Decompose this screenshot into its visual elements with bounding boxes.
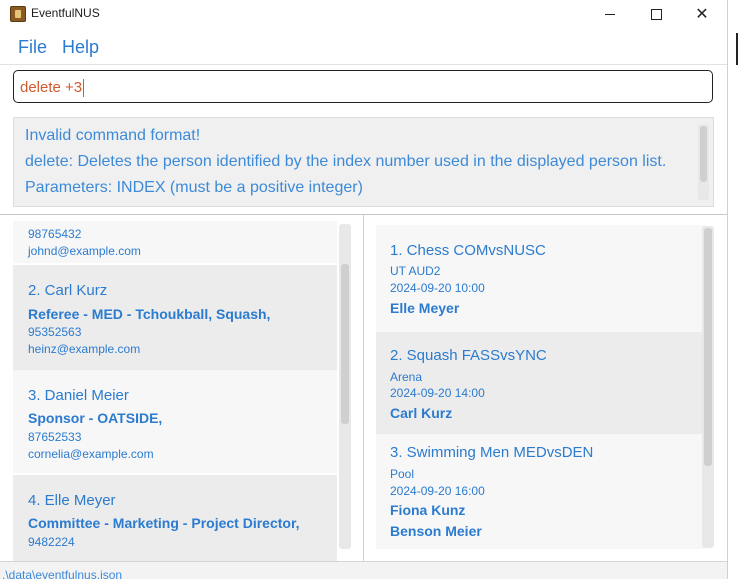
result-scrollbar[interactable]: [698, 124, 709, 200]
event-list-scroll-thumb[interactable]: [704, 228, 712, 466]
event-card-2[interactable]: 2. Squash FASSvsYNC Arena 2024-09-20 14:…: [376, 332, 706, 434]
event-participant: Elle Meyer: [390, 300, 460, 316]
person-card-4[interactable]: 4. Elle Meyer Committee - Marketing - Pr…: [13, 475, 337, 561]
result-area: Invalid command format! delete: Deletes …: [0, 111, 727, 215]
result-line-3: Parameters: INDEX (must be a positive in…: [25, 179, 363, 196]
person-name: 4. Elle Meyer: [28, 492, 116, 509]
person-email: johnd@example.com: [28, 244, 141, 258]
event-participant: Carl Kurz: [390, 405, 453, 421]
person-list-scrollbar[interactable]: [339, 224, 351, 549]
person-list-scroll-thumb[interactable]: [341, 264, 349, 424]
event-venue: Pool: [390, 467, 415, 481]
person-phone: 95352563: [28, 325, 82, 339]
person-name: 2. Carl Kurz: [28, 282, 108, 299]
close-button[interactable]: ✕: [679, 0, 725, 28]
text-caret: [83, 79, 85, 98]
person-card-1[interactable]: 98765432 johnd@example.com: [13, 221, 337, 263]
command-input[interactable]: delete +3: [13, 70, 713, 103]
person-roles: Sponsor - OATSIDE,: [28, 410, 163, 426]
minimize-icon: [605, 13, 615, 15]
app-window: EventfulNUS ✕ File Help delete +3 Invali…: [0, 0, 728, 579]
event-card-3[interactable]: 3. Swimming Men MEDvsDEN Pool 2024-09-20…: [376, 434, 706, 549]
command-text: delete +3: [20, 79, 83, 96]
app-icon: [10, 6, 26, 22]
person-phone: 87652533: [28, 430, 82, 444]
person-email: cornelia@example.com: [28, 447, 154, 461]
minimize-button[interactable]: [587, 0, 633, 28]
event-participant: Fiona Kunz: [390, 502, 466, 518]
window-title: EventfulNUS: [31, 6, 100, 20]
menu-help[interactable]: Help: [62, 37, 99, 58]
menu-file[interactable]: File: [18, 37, 47, 58]
event-title: 2. Squash FASSvsYNC: [390, 347, 547, 364]
event-venue: UT AUD2: [390, 264, 441, 278]
event-participant: Benson Meier: [390, 523, 482, 539]
event-datetime: 2024-09-20 10:00: [390, 281, 485, 295]
person-name: 3. Daniel Meier: [28, 387, 129, 404]
event-datetime: 2024-09-20 14:00: [390, 386, 485, 400]
close-icon: ✕: [695, 6, 709, 23]
event-card-1[interactable]: 1. Chess COMvsNUSC UT AUD2 2024-09-20 10…: [376, 225, 706, 332]
event-list: 1. Chess COMvsNUSC UT AUD2 2024-09-20 10…: [364, 215, 727, 561]
person-phone: 9482224: [28, 535, 75, 549]
maximize-icon: [650, 8, 662, 20]
status-bar: .\data\eventfulnus.json: [0, 561, 727, 579]
person-card-3[interactable]: 3. Daniel Meier Sponsor - OATSIDE, 87652…: [13, 370, 337, 473]
title-bar: EventfulNUS ✕: [0, 0, 727, 30]
menu-bar: File Help: [0, 30, 727, 65]
result-line-2: delete: Deletes the person identified by…: [25, 153, 667, 170]
person-list: 98765432 johnd@example.com 2. Carl Kurz …: [0, 215, 364, 561]
result-line-1: Invalid command format!: [25, 127, 201, 144]
event-list-scrollbar[interactable]: [702, 226, 714, 548]
event-title: 3. Swimming Men MEDvsDEN: [390, 444, 594, 461]
person-card-2[interactable]: 2. Carl Kurz Referee - MED - Tchoukball,…: [13, 265, 337, 370]
event-venue: Arena: [390, 370, 423, 384]
result-scroll-thumb[interactable]: [700, 126, 707, 182]
event-title: 1. Chess COMvsNUSC: [390, 242, 546, 259]
person-roles: Committee - Marketing - Project Director…: [28, 515, 300, 531]
command-area: delete +3: [0, 65, 727, 112]
person-roles: Referee - MED - Tchoukball, Squash,: [28, 306, 271, 322]
person-email: heinz@example.com: [28, 342, 141, 356]
person-phone: 98765432: [28, 227, 82, 241]
result-display: Invalid command format! delete: Deletes …: [13, 117, 714, 207]
event-datetime: 2024-09-20 16:00: [390, 484, 485, 498]
maximize-button[interactable]: [633, 0, 679, 28]
data-file-path: .\data\eventfulnus.json: [2, 568, 123, 579]
